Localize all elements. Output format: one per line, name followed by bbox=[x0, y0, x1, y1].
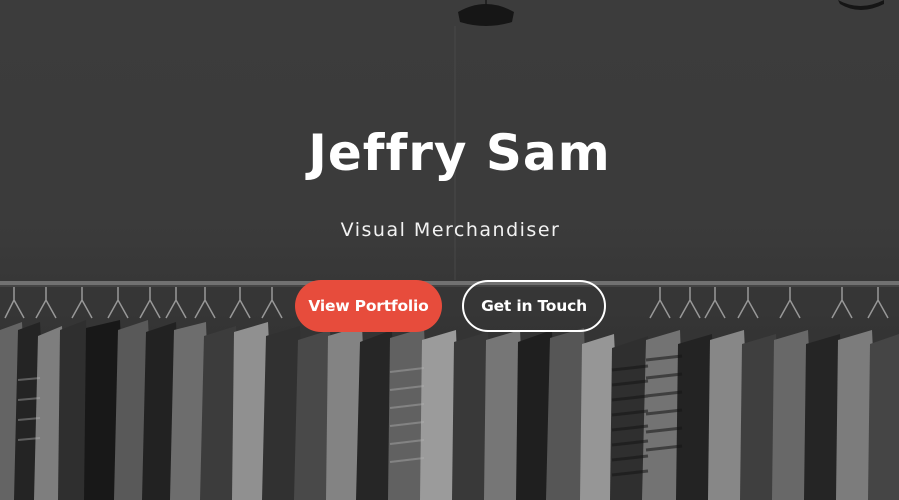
hero-role: Visual Merchandiser bbox=[340, 219, 561, 241]
hero-content: Jeffry Sam Visual Merchandiser View Port… bbox=[0, 0, 899, 500]
get-in-touch-button[interactable]: Get in Touch bbox=[462, 280, 606, 332]
hero-name: Jeffry Sam bbox=[308, 124, 611, 182]
view-portfolio-button[interactable]: View Portfolio bbox=[295, 280, 442, 332]
hero-section: Jeffry Sam Visual Merchandiser View Port… bbox=[0, 0, 899, 500]
